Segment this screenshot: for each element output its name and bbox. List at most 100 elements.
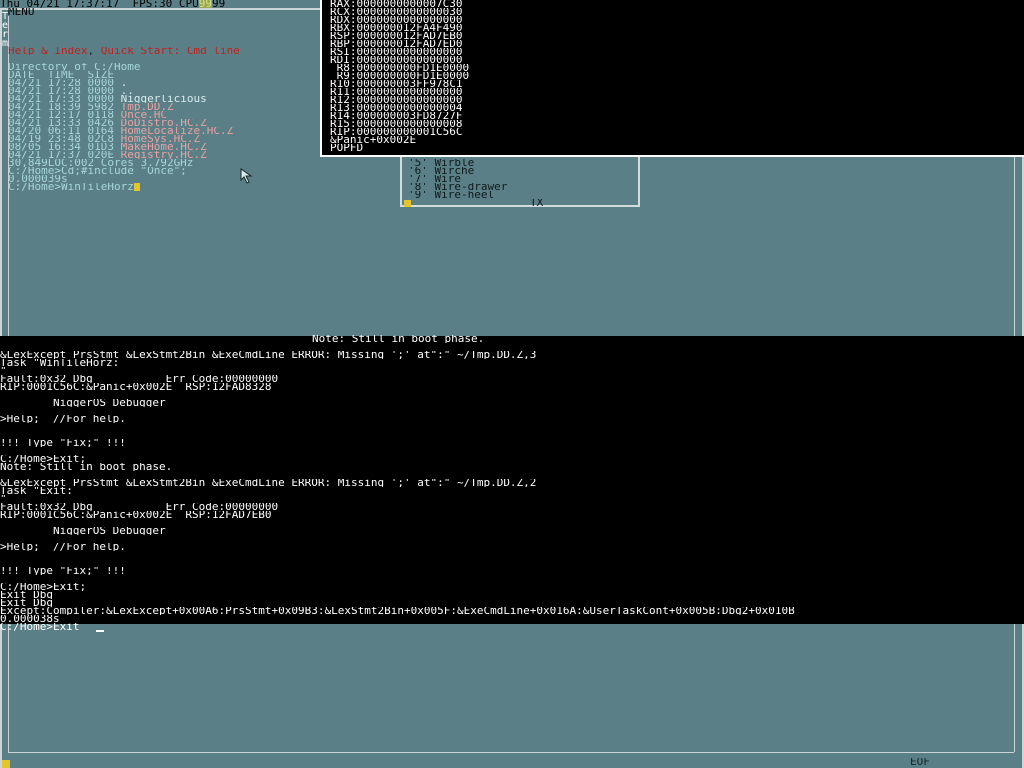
menu-item[interactable]: '6' Wirche bbox=[408, 167, 507, 175]
directory-listing: Directory of C:/Home DATE_ TIME_ SIZE 04… bbox=[8, 63, 233, 159]
registers-window: RAX:0000000000007C30 RCX:000000000000003… bbox=[320, 0, 1024, 157]
directory-columns: DATE_ TIME_ SIZE bbox=[8, 71, 114, 79]
output-line: !!! Type "Fix;" !!! bbox=[0, 567, 126, 575]
output-line: Exit Dbg bbox=[0, 599, 53, 607]
menu-item[interactable]: '5' Wirble bbox=[408, 159, 507, 167]
cpu-meter: 99 bbox=[198, 0, 212, 8]
register-line: R13:0000000000000004 bbox=[330, 104, 463, 112]
menu-item[interactable]: '8' Wire-drawer bbox=[408, 183, 507, 191]
dir-entry-link[interactable]: .. bbox=[121, 87, 134, 95]
register-line: RSP:000000012FAD7EB0 bbox=[330, 32, 463, 40]
list-item: 04/21 17:33 0000 Niggerlicious bbox=[8, 95, 233, 103]
tx-window-title: TX bbox=[530, 199, 544, 207]
cpu-label: CPU bbox=[178, 0, 199, 8]
debug-command-input[interactable]: C:/Home>Exit bbox=[0, 623, 79, 631]
help-links: Help & Index, Quick Start: Cmd line bbox=[8, 47, 240, 55]
text-cursor: _ bbox=[133, 183, 141, 191]
dir-entry-link[interactable]: . bbox=[121, 79, 128, 87]
dir-entry-link[interactable]: MakeHome.HC.Z bbox=[121, 143, 207, 151]
tx-menu-list: '5' Wirble '6' Wirche '7' Wire '8' Wire-… bbox=[408, 159, 507, 199]
list-item: 04/21 12:17 0118 Once.HC bbox=[8, 111, 233, 119]
register-line: RCX:0000000000000030 bbox=[330, 8, 463, 16]
loc-line: 30,849LOC:002 Cores 3.792GHz bbox=[8, 159, 194, 167]
command-line[interactable]: C:/Home>WinTileHorz_ bbox=[8, 183, 193, 191]
output-line: Task "WinTileHorz: bbox=[0, 359, 120, 367]
menu-item[interactable]: '7' Wire bbox=[408, 175, 507, 183]
datetime: Thu 04/21 17:37:17 bbox=[0, 0, 120, 8]
fps-readout: FPS:30 bbox=[132, 0, 173, 8]
dir-entry-link[interactable]: Tmp.DD.Z bbox=[121, 103, 174, 111]
menu-item[interactable]: '9' Wire-heel bbox=[408, 191, 507, 199]
register-line: R8:000000000FD1E0000 bbox=[330, 64, 470, 72]
help-index-link[interactable]: Help & Index bbox=[8, 47, 87, 55]
boot-note: Note: Still in boot phase. bbox=[312, 335, 485, 343]
quick-start-link[interactable]: Quick Start: Cmd line bbox=[101, 47, 240, 55]
output-line: &LexExcept PrsStmt &LexStmt2Bin &ExeCmdL… bbox=[0, 479, 537, 487]
window-corner-icon[interactable] bbox=[2, 760, 10, 768]
output-line: Note: Still in boot phase. bbox=[0, 463, 173, 471]
output-line: RIP:0001C56C:&Panic+0x002E RSP:12FAD7EB0 bbox=[0, 511, 272, 519]
directory-header: Directory of C:/Home bbox=[8, 63, 141, 71]
dir-entry-link[interactable]: Niggerlicious bbox=[121, 95, 207, 103]
register-line: RAX:0000000000007C30 bbox=[330, 0, 463, 8]
mouse-pointer-icon bbox=[240, 168, 253, 184]
time-line: 0.000039s bbox=[8, 175, 68, 183]
register-list: RAX:0000000000007C30 RCX:000000000000003… bbox=[330, 0, 469, 152]
output-line: " bbox=[0, 495, 7, 503]
list-item: 04/21 18:39 5982 Tmp.DD.Z bbox=[8, 103, 233, 111]
output-line: Except:Compiler:&LexExcept+0x00A6:PrsStm… bbox=[0, 607, 795, 615]
register-line: POPFD bbox=[330, 144, 364, 152]
output-line: &LexExcept PrsStmt &LexStmt2Bin &ExeCmdL… bbox=[0, 351, 537, 359]
output-line: Task "Exit: bbox=[0, 487, 73, 495]
window-title-vertical: T e r m bbox=[1, 12, 9, 49]
output-line: Fault:0x32 Dbg Err Code:00000000 bbox=[0, 375, 279, 383]
resize-handle-icon[interactable] bbox=[404, 200, 411, 207]
output-line: RIP:0001C56C:&Panic+0x002E RSP:12FAD8328 bbox=[0, 383, 272, 391]
output-line: NiggerOS Debugger bbox=[0, 527, 166, 535]
debug-output-lines: &LexExcept PrsStmt &LexStmt2Bin &ExeCmdL… bbox=[0, 351, 795, 623]
output-line: Exit Dbg bbox=[0, 591, 53, 599]
list-item: 04/21 17:28 0000 .. bbox=[8, 87, 233, 95]
output-line: 0.000038s bbox=[0, 615, 60, 623]
list-item: 08/05 16:34 01D3 MakeHome.HC.Z bbox=[8, 143, 233, 151]
list-item: 04/21 17:37 020E Registry.HC.Z bbox=[8, 151, 233, 159]
dir-entry-link[interactable]: DoDistro.HC.Z bbox=[121, 119, 207, 127]
cpu-tail: 99 bbox=[211, 0, 226, 8]
dir-entry-link[interactable]: HomeLocalize.HC.Z bbox=[121, 127, 234, 135]
dir-entry-link[interactable]: Once.HC bbox=[121, 111, 167, 119]
current-command[interactable]: C:/Home>WinTileHorz bbox=[8, 183, 134, 191]
include-command: C:/Home>Cd;#include "Once"; bbox=[8, 167, 187, 175]
list-item: 04/21 13:33 0426 DoDistro.HC.Z bbox=[8, 119, 233, 127]
shell-output: 30,849LOC:002 Cores 3.792GHz C:/Home>Cd;… bbox=[8, 159, 193, 191]
output-line: NiggerOS Debugger bbox=[0, 399, 166, 407]
menu-button[interactable]: MENU bbox=[8, 8, 35, 16]
register-line: R9:000000000FD1E0000 bbox=[330, 72, 470, 80]
register-line: R15:0000000000000008 bbox=[330, 120, 463, 128]
register-line: R10:000000003FF978C1 bbox=[330, 80, 463, 88]
dir-entry-link[interactable]: HomeSys.HC.Z bbox=[121, 135, 200, 143]
link-separator: , bbox=[87, 47, 101, 55]
eof-label: EOF bbox=[910, 758, 930, 766]
output-line: " bbox=[0, 367, 7, 375]
register-line: R14:000000003FD8727F bbox=[330, 112, 463, 120]
register-line: &Panic+0x002E bbox=[330, 136, 417, 144]
window-scrollbar-bottom[interactable] bbox=[8, 752, 1014, 753]
list-item: 04/19 23:48 02C8 HomeSys.HC.Z bbox=[8, 135, 233, 143]
output-line: Fault:0x32 Dbg Err Code:00000000 bbox=[0, 503, 279, 511]
register-line: RDX:0000000000000000 bbox=[330, 16, 463, 24]
register-line: RIP:000000000001C56C bbox=[330, 128, 463, 136]
register-line: R11:0000000000000000 bbox=[330, 88, 463, 96]
dir-entry-link[interactable]: Registry.HC.Z bbox=[121, 151, 207, 159]
output-line: C:/Home>Exit; bbox=[0, 583, 87, 591]
